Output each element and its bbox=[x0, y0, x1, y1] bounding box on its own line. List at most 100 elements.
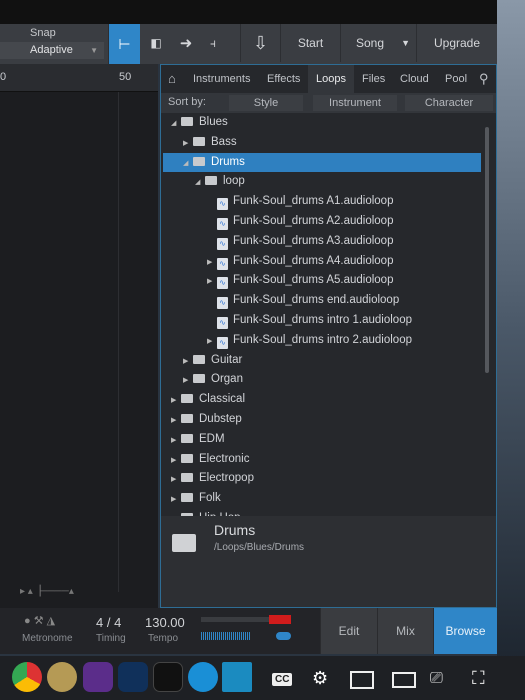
collapsed-arrow-icon[interactable]: ▶ bbox=[207, 272, 217, 291]
cc-button[interactable]: CC bbox=[272, 673, 293, 686]
cpu-meter bbox=[201, 632, 251, 640]
item-label: Blues bbox=[199, 116, 228, 128]
collapsed-arrow-icon[interactable]: ▶ bbox=[171, 431, 181, 450]
home-icon[interactable]: ⌂ bbox=[168, 65, 176, 93]
item-label: Drums bbox=[211, 155, 245, 168]
split-button[interactable]: ⫞ bbox=[200, 24, 226, 62]
loop-file-item[interactable]: ▶ ∿ Funk-Soul_drums A5.audioloop bbox=[163, 271, 481, 290]
folder-item[interactable]: ▶ EDM bbox=[163, 430, 481, 449]
toggle-icon[interactable] bbox=[276, 632, 291, 640]
folder-item[interactable]: ▶ Folk bbox=[163, 489, 481, 508]
audioloop-icon: ∿ bbox=[217, 198, 228, 211]
scrollbar[interactable] bbox=[485, 127, 489, 373]
metronome-label: Metronome bbox=[22, 633, 73, 644]
snap-toggle-button[interactable]: ⊢ bbox=[108, 24, 140, 64]
arrange-area[interactable]: ▸ ▴▕────▴ bbox=[0, 64, 158, 608]
zoom-slider[interactable]: ▸ ▴▕────▴ bbox=[20, 586, 74, 597]
cast-icon[interactable]: ⎚ bbox=[430, 670, 443, 688]
skype-icon[interactable] bbox=[188, 662, 218, 692]
tab-effects[interactable]: Effects bbox=[267, 65, 300, 93]
edit-button[interactable]: Edit bbox=[320, 608, 377, 654]
collapsed-arrow-icon[interactable]: ▶ bbox=[171, 470, 181, 489]
folder-item[interactable]: ▶ Organ bbox=[163, 370, 481, 389]
sort-bar: Sort by: Style Instrument Character bbox=[161, 93, 496, 113]
song-button[interactable]: Song ▼ bbox=[340, 24, 416, 62]
expanded-arrow-icon[interactable]: ◢ bbox=[195, 173, 205, 192]
theater-icon[interactable] bbox=[392, 672, 416, 688]
folder-icon bbox=[193, 374, 205, 384]
arrow-right-icon: ➜ bbox=[179, 35, 193, 52]
song-label: Song bbox=[356, 36, 385, 50]
loop-file-item[interactable]: ∿ Funk-Soul_drums A3.audioloop bbox=[163, 232, 481, 251]
sort-instrument[interactable]: Instrument bbox=[313, 95, 397, 111]
export-button[interactable]: ⇩ bbox=[240, 24, 280, 62]
upgrade-button[interactable]: Upgrade bbox=[416, 24, 497, 62]
snap-dropdown[interactable]: Adaptive ▼ bbox=[0, 42, 104, 59]
chrome-icon[interactable] bbox=[12, 662, 42, 692]
folder-item[interactable]: ▶ Electropop bbox=[163, 469, 481, 488]
collapsed-arrow-icon[interactable]: ▶ bbox=[183, 371, 193, 390]
folder-item[interactable]: ▶ Bass bbox=[163, 133, 481, 152]
collapsed-arrow-icon[interactable]: ▶ bbox=[171, 411, 181, 430]
folder-item[interactable]: ◢ Blues bbox=[163, 113, 481, 132]
app-icon[interactable] bbox=[47, 662, 77, 692]
folder-item[interactable]: ▶ Electronic bbox=[163, 450, 481, 469]
folder-item[interactable]: ▶ Guitar bbox=[163, 351, 481, 370]
tab-cloud[interactable]: Cloud bbox=[400, 65, 429, 93]
browser-panel: ⌂ Instruments Effects Loops Files Cloud … bbox=[160, 64, 497, 608]
harmony-icon[interactable] bbox=[222, 662, 252, 692]
expanded-arrow-icon[interactable]: ◢ bbox=[183, 154, 193, 173]
folder-icon bbox=[181, 414, 193, 423]
folder-item[interactable]: ◢ Drums bbox=[163, 152, 481, 173]
mix-button[interactable]: Mix bbox=[377, 608, 433, 654]
forward-button[interactable]: ➜ bbox=[172, 24, 200, 62]
timeline-ruler[interactable]: 0 50 bbox=[0, 64, 158, 92]
folder-icon bbox=[181, 473, 193, 483]
chevron-down-icon: ▼ bbox=[401, 38, 410, 48]
collapsed-arrow-icon[interactable]: ▶ bbox=[171, 391, 181, 410]
metronome-icons[interactable]: ● ⚒ ◮ bbox=[24, 614, 55, 627]
dock: CC ⚙ ⎚ ⛶ bbox=[0, 656, 525, 700]
folder-icon bbox=[181, 117, 193, 126]
collapsed-arrow-icon[interactable]: ▶ bbox=[207, 332, 217, 351]
tab-instruments[interactable]: Instruments bbox=[193, 65, 250, 93]
loop-file-item[interactable]: ▶ ∿ Funk-Soul_drums A4.audioloop bbox=[163, 252, 481, 271]
collapsed-arrow-icon[interactable]: ▶ bbox=[183, 352, 193, 371]
collapsed-arrow-icon[interactable]: ▶ bbox=[171, 490, 181, 509]
settings-icon[interactable]: ⚙ bbox=[312, 668, 328, 689]
tab-pool[interactable]: Pool bbox=[445, 65, 467, 93]
loop-file-item[interactable]: ∿ Funk-Soul_drums A1.audioloop bbox=[163, 192, 481, 211]
expanded-arrow-icon[interactable]: ◢ bbox=[171, 114, 181, 133]
tab-loops[interactable]: Loops bbox=[308, 65, 354, 93]
quantize-button[interactable]: ◧ bbox=[143, 24, 169, 62]
collapsed-arrow-icon[interactable]: ▶ bbox=[207, 253, 217, 272]
miniplayer-icon[interactable] bbox=[350, 671, 374, 689]
folder-item[interactable]: ▶Hip Hop bbox=[163, 509, 481, 516]
folder-item[interactable]: ▶ Classical bbox=[163, 390, 481, 409]
folder-item[interactable]: ▶ Dubstep bbox=[163, 410, 481, 429]
app-icon[interactable] bbox=[118, 662, 148, 692]
title-bar bbox=[0, 0, 497, 24]
loop-file-item[interactable]: ∿ Funk-Soul_drums intro 1.audioloop bbox=[163, 311, 481, 330]
browse-button[interactable]: Browse bbox=[433, 608, 497, 654]
ilok-icon[interactable] bbox=[153, 662, 183, 692]
collapsed-arrow-icon[interactable]: ▶ bbox=[171, 451, 181, 470]
tab-files[interactable]: Files bbox=[362, 65, 385, 93]
item-label: Funk-Soul_drums end.audioloop bbox=[233, 294, 400, 307]
item-label: Funk-Soul_drums A3.audioloop bbox=[233, 234, 394, 247]
loop-file-item[interactable]: ▶ ∿ Funk-Soul_drums intro 2.audioloop bbox=[163, 331, 481, 350]
folder-item[interactable]: ◢ loop bbox=[163, 172, 481, 191]
tempo-value[interactable]: 130.00 bbox=[145, 615, 185, 630]
loop-file-item[interactable]: ∿ Funk-Soul_drums end.audioloop bbox=[163, 291, 481, 310]
timing-value[interactable]: 4 / 4 bbox=[96, 615, 121, 630]
collapsed-arrow-icon[interactable]: ▶ bbox=[183, 134, 193, 153]
splashtop-icon[interactable] bbox=[83, 662, 113, 692]
search-icon[interactable]: ⚲ bbox=[479, 65, 489, 93]
sort-character[interactable]: Character bbox=[405, 95, 493, 111]
loop-file-item[interactable]: ∿ Funk-Soul_drums A2.audioloop bbox=[163, 212, 481, 231]
start-button[interactable]: Start bbox=[280, 24, 340, 62]
sort-style[interactable]: Style bbox=[229, 95, 303, 111]
item-label: Funk-Soul_drums A5.audioloop bbox=[233, 274, 394, 287]
fullscreen-icon[interactable]: ⛶ bbox=[472, 668, 485, 689]
tempo-label: Tempo bbox=[148, 633, 179, 644]
